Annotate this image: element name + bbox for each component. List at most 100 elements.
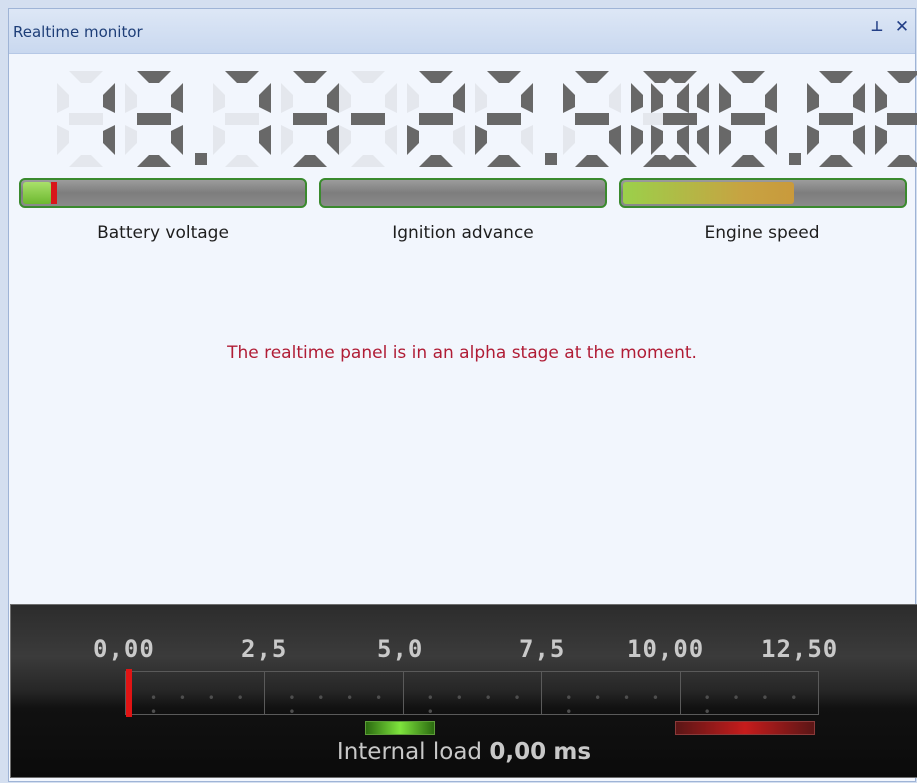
segment-c: [385, 125, 397, 155]
segment-e: [807, 125, 819, 155]
segment-b: [853, 83, 865, 113]
segment-e: [125, 125, 137, 155]
segment-g: [137, 113, 171, 125]
segment-f: [719, 83, 731, 113]
segment-a: [137, 71, 171, 83]
engine-speed-bar-fill: [623, 182, 794, 204]
segment-d: [575, 155, 609, 167]
segment-b: [385, 83, 397, 113]
tick-label-4: 10,00: [627, 635, 705, 663]
pin-icon[interactable]: ⊥: [869, 19, 885, 37]
segment-d: [225, 155, 259, 167]
segment-c: [853, 125, 865, 155]
digit-2: [407, 71, 465, 167]
segment-a: [575, 71, 609, 83]
segment-b: [171, 83, 183, 113]
scale-segment: • • • • •: [403, 672, 543, 719]
engine-speed-display: [651, 71, 917, 169]
segment-c: [171, 125, 183, 155]
ignition-advance-label: Ignition advance: [392, 223, 534, 243]
segment-c: [765, 125, 777, 155]
segment-f: [339, 83, 351, 113]
close-icon[interactable]: ✕: [893, 17, 911, 37]
segment-a: [663, 71, 697, 83]
digit-8: [719, 71, 777, 167]
segment-e: [631, 125, 643, 155]
segment-f: [631, 83, 643, 113]
scale-dots: • • • • •: [426, 691, 530, 719]
segment-g: [487, 113, 521, 125]
segment-a: [293, 71, 327, 83]
digit-8: [875, 71, 917, 167]
battery-voltage-display: [57, 71, 339, 169]
segment-c: [697, 125, 709, 155]
tick-label-1: 2,5: [241, 635, 288, 663]
scale-dots: • • • • •: [150, 691, 253, 719]
segment-b: [609, 83, 621, 113]
segment-e: [339, 125, 351, 155]
segment-g: [887, 113, 917, 125]
internal-load-meter: 0,00 2,5 5,0 7,5 10,00 12,50 • • • • • • • • •…: [10, 604, 917, 778]
scale-segment: • • • • •: [680, 672, 819, 719]
segment-g: [293, 113, 327, 125]
segment-e: [719, 125, 731, 155]
segment-g: [819, 113, 853, 125]
digit-minus: [339, 71, 397, 167]
segment-e: [651, 125, 663, 155]
window-title: Realtime monitor: [13, 23, 143, 41]
segment-c: [609, 125, 621, 155]
segment-f: [57, 83, 69, 113]
green-indicator: [365, 721, 435, 735]
segment-c: [103, 125, 115, 155]
segment-a: [419, 71, 453, 83]
segment-c: [327, 125, 339, 155]
segment-g: [225, 113, 259, 125]
battery-voltage-bar-fill: [23, 182, 51, 204]
segment-e: [57, 125, 69, 155]
digit-8: [807, 71, 865, 167]
segment-e: [475, 125, 487, 155]
engine-speed-bar: [619, 178, 907, 208]
scale-dots: • • • • •: [703, 691, 807, 719]
segment-a: [887, 71, 917, 83]
tick-label-5: 12,50: [761, 635, 839, 663]
digit-1: [57, 71, 115, 167]
segment-f: [125, 83, 137, 113]
segment-e: [407, 125, 419, 155]
segment-a: [69, 71, 103, 83]
tick-label-0: 0,00: [93, 635, 155, 663]
segment-a: [731, 71, 765, 83]
segment-b: [697, 83, 709, 113]
tick-label-2: 5,0: [377, 635, 424, 663]
segment-f: [475, 83, 487, 113]
segment-f: [651, 83, 663, 113]
segment-d: [419, 155, 453, 167]
segment-b: [259, 83, 271, 113]
digit-7: [213, 71, 271, 167]
segment-g: [731, 113, 765, 125]
scale-segment: • • • • •: [264, 672, 404, 719]
battery-voltage-label: Battery voltage: [97, 223, 229, 243]
segment-d: [137, 155, 171, 167]
segment-a: [487, 71, 521, 83]
alpha-stage-message: The realtime panel is in an alpha stage …: [227, 343, 697, 363]
scale-segment: • • • • •: [126, 672, 266, 719]
segment-d: [69, 155, 103, 167]
decimal-point: [545, 153, 557, 165]
segment-d: [663, 155, 697, 167]
digit-3: [125, 71, 183, 167]
scale-dots: • • • • •: [565, 691, 668, 719]
segment-b: [453, 83, 465, 113]
segment-e: [563, 125, 575, 155]
segment-c: [453, 125, 465, 155]
segment-a: [225, 71, 259, 83]
decimal-point: [195, 153, 207, 165]
segment-g: [351, 113, 385, 125]
segment-d: [731, 155, 765, 167]
ignition-advance-bar: [319, 178, 607, 208]
segment-e: [281, 125, 293, 155]
decimal-point: [789, 153, 801, 165]
segment-b: [521, 83, 533, 113]
segment-a: [819, 71, 853, 83]
segment-f: [407, 83, 419, 113]
